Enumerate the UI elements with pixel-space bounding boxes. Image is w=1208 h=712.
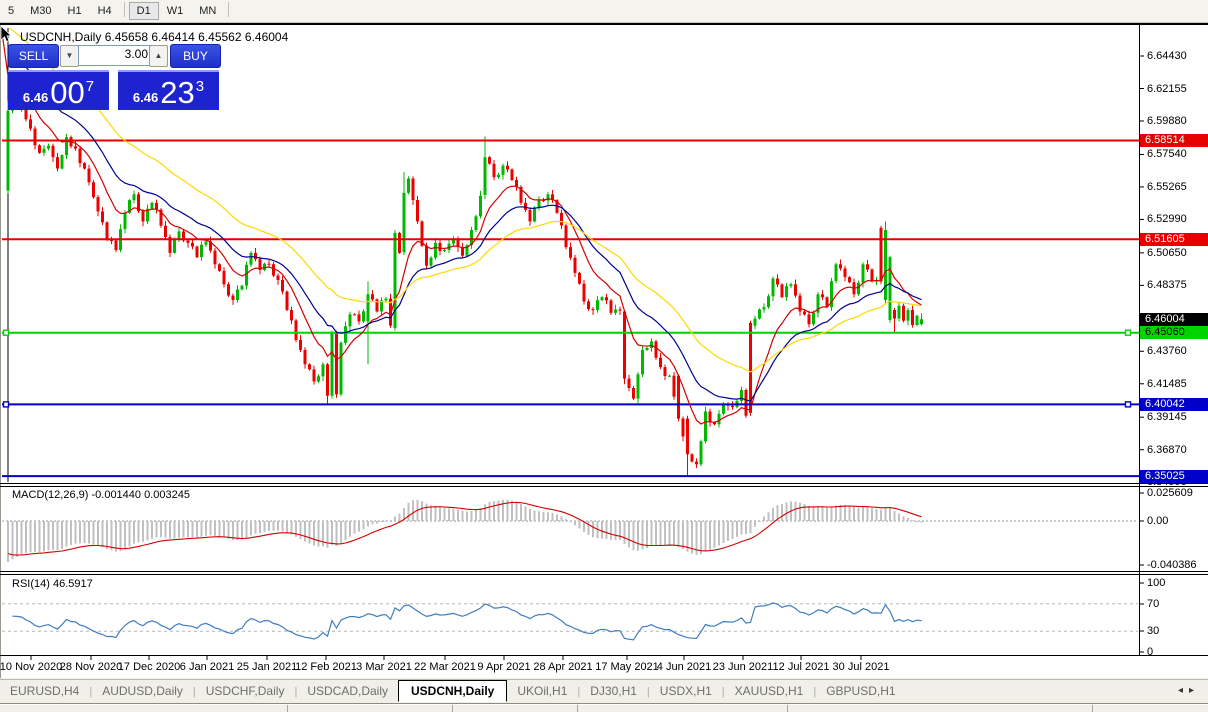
date-axis-label: 12 Jul 2021 <box>773 661 830 673</box>
level-price-label: 6.45060 <box>1140 326 1208 339</box>
symbol-tab-usdcad[interactable]: USDCAD,Daily <box>297 680 398 701</box>
rsi-label: RSI(14) <box>12 578 50 590</box>
axis-ticks <box>31 56 1144 660</box>
price-axis-tick: 6.59880 <box>1147 115 1187 127</box>
volume-increase-button[interactable]: ▲ <box>149 45 168 67</box>
symbol-tab-usdchf[interactable]: USDCHF,Daily <box>196 680 295 701</box>
price-axis-tick: 6.36870 <box>1147 444 1187 456</box>
volume-input[interactable]: 3.00 <box>78 45 153 66</box>
macd-signal-value: 0.003245 <box>144 489 190 501</box>
buy-price-point: 3 <box>196 78 204 95</box>
panel-separator[interactable] <box>0 483 1208 484</box>
symbol-tab-usdcnh[interactable]: USDCNH,Daily <box>398 680 507 702</box>
date-axis-label: 6 Jan 2021 <box>180 661 234 673</box>
symbol-tab-eurusd[interactable]: EURUSD,H4 <box>0 680 89 701</box>
high-value: 6.46414 <box>151 30 194 44</box>
sell-price-point: 7 <box>86 78 94 95</box>
date-axis-label: 4 Jun 2021 <box>657 661 711 673</box>
horizontal-levels-layer[interactable] <box>2 141 1139 477</box>
sell-button[interactable]: SELL <box>8 44 59 68</box>
chart-ohlc-header: USDCNH,Daily 6.45658 6.46414 6.45562 6.4… <box>20 30 288 44</box>
level-price-label: 6.51605 <box>1140 233 1208 246</box>
symbol-tab-xauusd[interactable]: XAUUSD,H1 <box>725 680 814 701</box>
date-axis-label: 22 Mar 2021 <box>414 661 476 673</box>
macd-panel <box>2 500 1139 562</box>
symbol-tab-audusd[interactable]: AUDUSD,Daily <box>92 680 193 701</box>
symbol-tab-gbpusd[interactable]: GBPUSD,H1 <box>816 680 905 701</box>
date-axis-label: 10 Nov 2020 <box>0 661 62 673</box>
indicator-axis-tick: 30 <box>1147 625 1159 637</box>
date-axis-label: 9 Apr 2021 <box>477 661 530 673</box>
price-axis-tick: 6.62155 <box>1147 83 1187 95</box>
panel-separator[interactable] <box>0 486 1208 487</box>
price-axis-border <box>1139 25 1140 656</box>
date-axis-label: 28 Apr 2021 <box>533 661 592 673</box>
price-axis-tick: 6.39145 <box>1147 411 1187 423</box>
open-value: 6.45658 <box>105 30 148 44</box>
mouse-cursor-icon <box>0 25 16 45</box>
date-axis-label: 17 May 2021 <box>595 661 659 673</box>
rsi-value: 46.5917 <box>53 578 93 590</box>
price-axis-tick: 6.57540 <box>1147 148 1187 160</box>
indicator-axis-tick: 0.025609 <box>1147 487 1193 499</box>
date-axis-label: 17 Dec 2020 <box>118 661 180 673</box>
indicator-axis-tick: 100 <box>1147 577 1165 589</box>
price-axis-tick: 6.43760 <box>1147 345 1187 357</box>
sell-price-display[interactable]: 6.46 00 7 <box>8 70 109 110</box>
indicator-axis-tick: 70 <box>1147 598 1159 610</box>
buy-button[interactable]: BUY <box>170 44 221 68</box>
sell-price-pips: 00 <box>50 78 84 108</box>
low-value: 6.45562 <box>198 30 241 44</box>
indicator-axis-tick: -0.040386 <box>1147 559 1197 571</box>
current-price-label: 6.46004 <box>1140 313 1208 326</box>
date-axis-label: 12 Feb 2021 <box>295 661 357 673</box>
date-axis-label: 28 Nov 2020 <box>60 661 122 673</box>
macd-main-value: -0.001440 <box>91 489 141 501</box>
panel-separator[interactable] <box>0 571 1208 572</box>
date-axis-label: 30 Jul 2021 <box>833 661 890 673</box>
indicator-axis-tick: 0.00 <box>1147 515 1168 527</box>
price-axis-tick: 6.50650 <box>1147 247 1187 259</box>
rsi-line <box>13 603 922 640</box>
date-axis-label: 23 Jun 2021 <box>713 661 774 673</box>
price-axis-tick: 6.41485 <box>1147 378 1187 390</box>
date-axis-label: 25 Jan 2021 <box>237 661 298 673</box>
price-axis-tick: 6.48375 <box>1147 279 1187 291</box>
price-axis-tick: 6.55265 <box>1147 181 1187 193</box>
date-axis-label: 3 Mar 2021 <box>356 661 412 673</box>
symbol-tab-dj30[interactable]: DJ30,H1 <box>580 680 647 701</box>
buy-price-display[interactable]: 6.46 23 3 <box>118 70 219 110</box>
symbol-tab-bar: EURUSD,H4|AUDUSD,Daily|USDCHF,Daily|USDC… <box>0 680 1208 704</box>
macd-label: MACD(12,26,9) <box>12 489 88 501</box>
level-price-label: 6.58514 <box>1140 134 1208 147</box>
price-axis-tick: 6.64430 <box>1147 50 1187 62</box>
one-click-trade-panel: SELL ▼ 3.00 ▲ BUY 6.46 00 7 6.46 23 3 <box>8 44 219 106</box>
rsi-panel <box>2 603 1139 640</box>
level-price-label: 6.40042 <box>1140 398 1208 411</box>
price-axis-tick: 6.52990 <box>1147 213 1187 225</box>
sell-price-whole: 6.46 <box>23 90 48 105</box>
volume-decrease-button[interactable]: ▼ <box>60 45 79 67</box>
level-price-label: 6.35025 <box>1140 470 1208 483</box>
indicator-axis-tick: 0 <box>1147 646 1153 658</box>
chart-symbol-period: USDCNH,Daily <box>20 30 101 44</box>
panel-separator <box>0 655 1208 656</box>
symbol-tab-usdx[interactable]: USDX,H1 <box>650 680 722 701</box>
candles-layer <box>7 101 924 476</box>
macd-indicator-header: MACD(12,26,9) -0.001440 0.003245 <box>12 489 190 501</box>
symbol-tab-ukoil[interactable]: UKOil,H1 <box>507 680 577 701</box>
buy-price-pips: 23 <box>160 78 194 108</box>
macd-signal-line <box>8 502 922 555</box>
panel-separator[interactable] <box>0 574 1208 575</box>
close-value: 6.46004 <box>245 30 288 44</box>
rsi-indicator-header: RSI(14) 46.5917 <box>12 578 93 590</box>
buy-price-whole: 6.46 <box>133 90 158 105</box>
tab-scroll-arrows[interactable]: ◂▸ <box>1178 685 1200 696</box>
